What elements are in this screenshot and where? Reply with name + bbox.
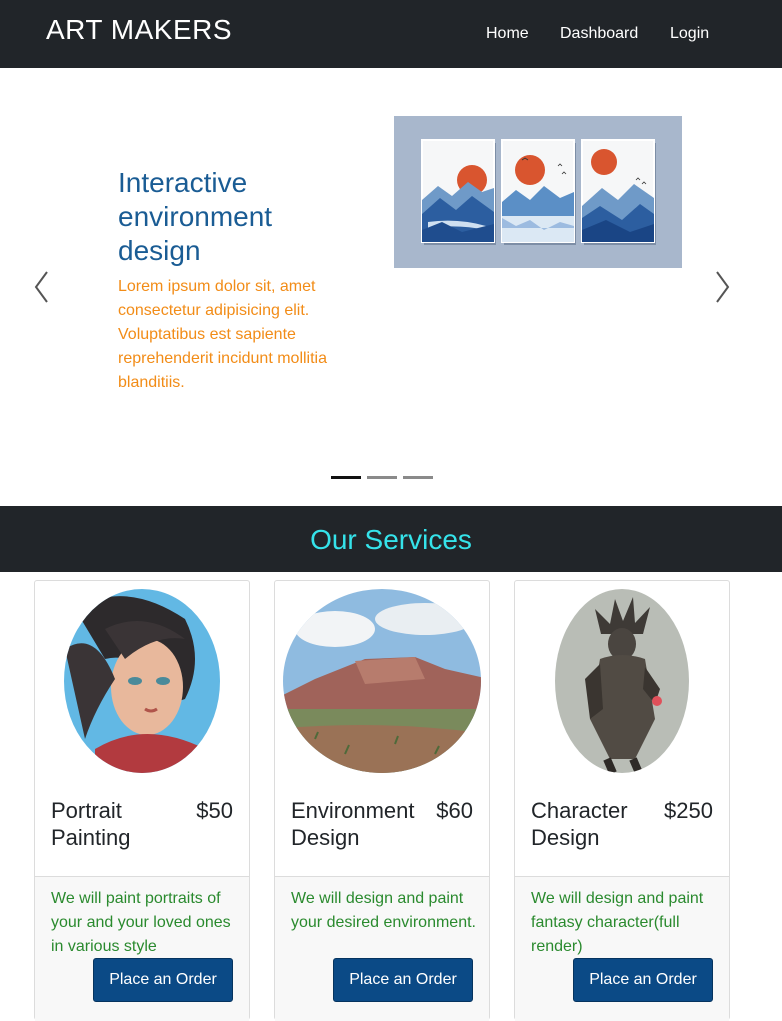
services-title: Our Services (310, 524, 472, 555)
nav-login[interactable]: Login (670, 24, 709, 44)
navbar: ART MAKERS Home Dashboard Login (0, 0, 782, 68)
service-card-portrait: Portrait Painting $50 We will paint port… (34, 580, 250, 1021)
service-description: We will design and paint fantasy charact… (531, 890, 704, 955)
place-order-button[interactable]: Place an Order (573, 958, 713, 1002)
nav-dashboard[interactable]: Dashboard (560, 24, 638, 44)
nav-home[interactable]: Home (486, 24, 529, 44)
slide-text: Lorem ipsum dolor sit, amet consectetur … (118, 278, 327, 391)
service-description: We will design and paint your desired en… (291, 890, 476, 931)
card-footer: We will paint portraits of your and your… (35, 876, 249, 1021)
character-image (515, 589, 729, 773)
carousel-next-button[interactable] (710, 268, 734, 306)
chevron-right-icon (716, 271, 730, 303)
service-name: Character Design (531, 798, 628, 850)
slide-image (394, 116, 682, 268)
carousel-indicator-3[interactable] (403, 476, 433, 479)
service-card-environment: Environment Design $60 We will design an… (274, 580, 490, 1021)
service-price: $50 (196, 798, 233, 823)
card-footer: We will design and paint fantasy charact… (515, 876, 729, 1021)
carousel-indicator-1[interactable] (331, 476, 361, 479)
service-price: $250 (664, 798, 713, 823)
hero-carousel: Interactive environment design Lorem ips… (0, 68, 782, 506)
carousel-indicator-2[interactable] (367, 476, 397, 479)
carousel-prev-button[interactable] (30, 268, 54, 306)
services-header: Our Services (0, 506, 782, 572)
brand-logo[interactable]: ART MAKERS (46, 14, 232, 46)
chevron-left-icon (34, 271, 48, 303)
service-name: Environment Design (291, 798, 415, 850)
place-order-button[interactable]: Place an Order (333, 958, 473, 1002)
slide-title: Interactive environment design (118, 167, 273, 266)
portrait-image (35, 589, 249, 773)
environment-image (275, 589, 489, 773)
service-card-character: Character Design $250 We will design and… (514, 580, 730, 1021)
place-order-button[interactable]: Place an Order (93, 958, 233, 1002)
service-description: We will paint portraits of your and your… (51, 890, 231, 955)
card-footer: We will design and paint your desired en… (275, 876, 489, 1021)
service-price: $60 (436, 798, 473, 823)
service-name: Portrait Painting (51, 798, 131, 850)
